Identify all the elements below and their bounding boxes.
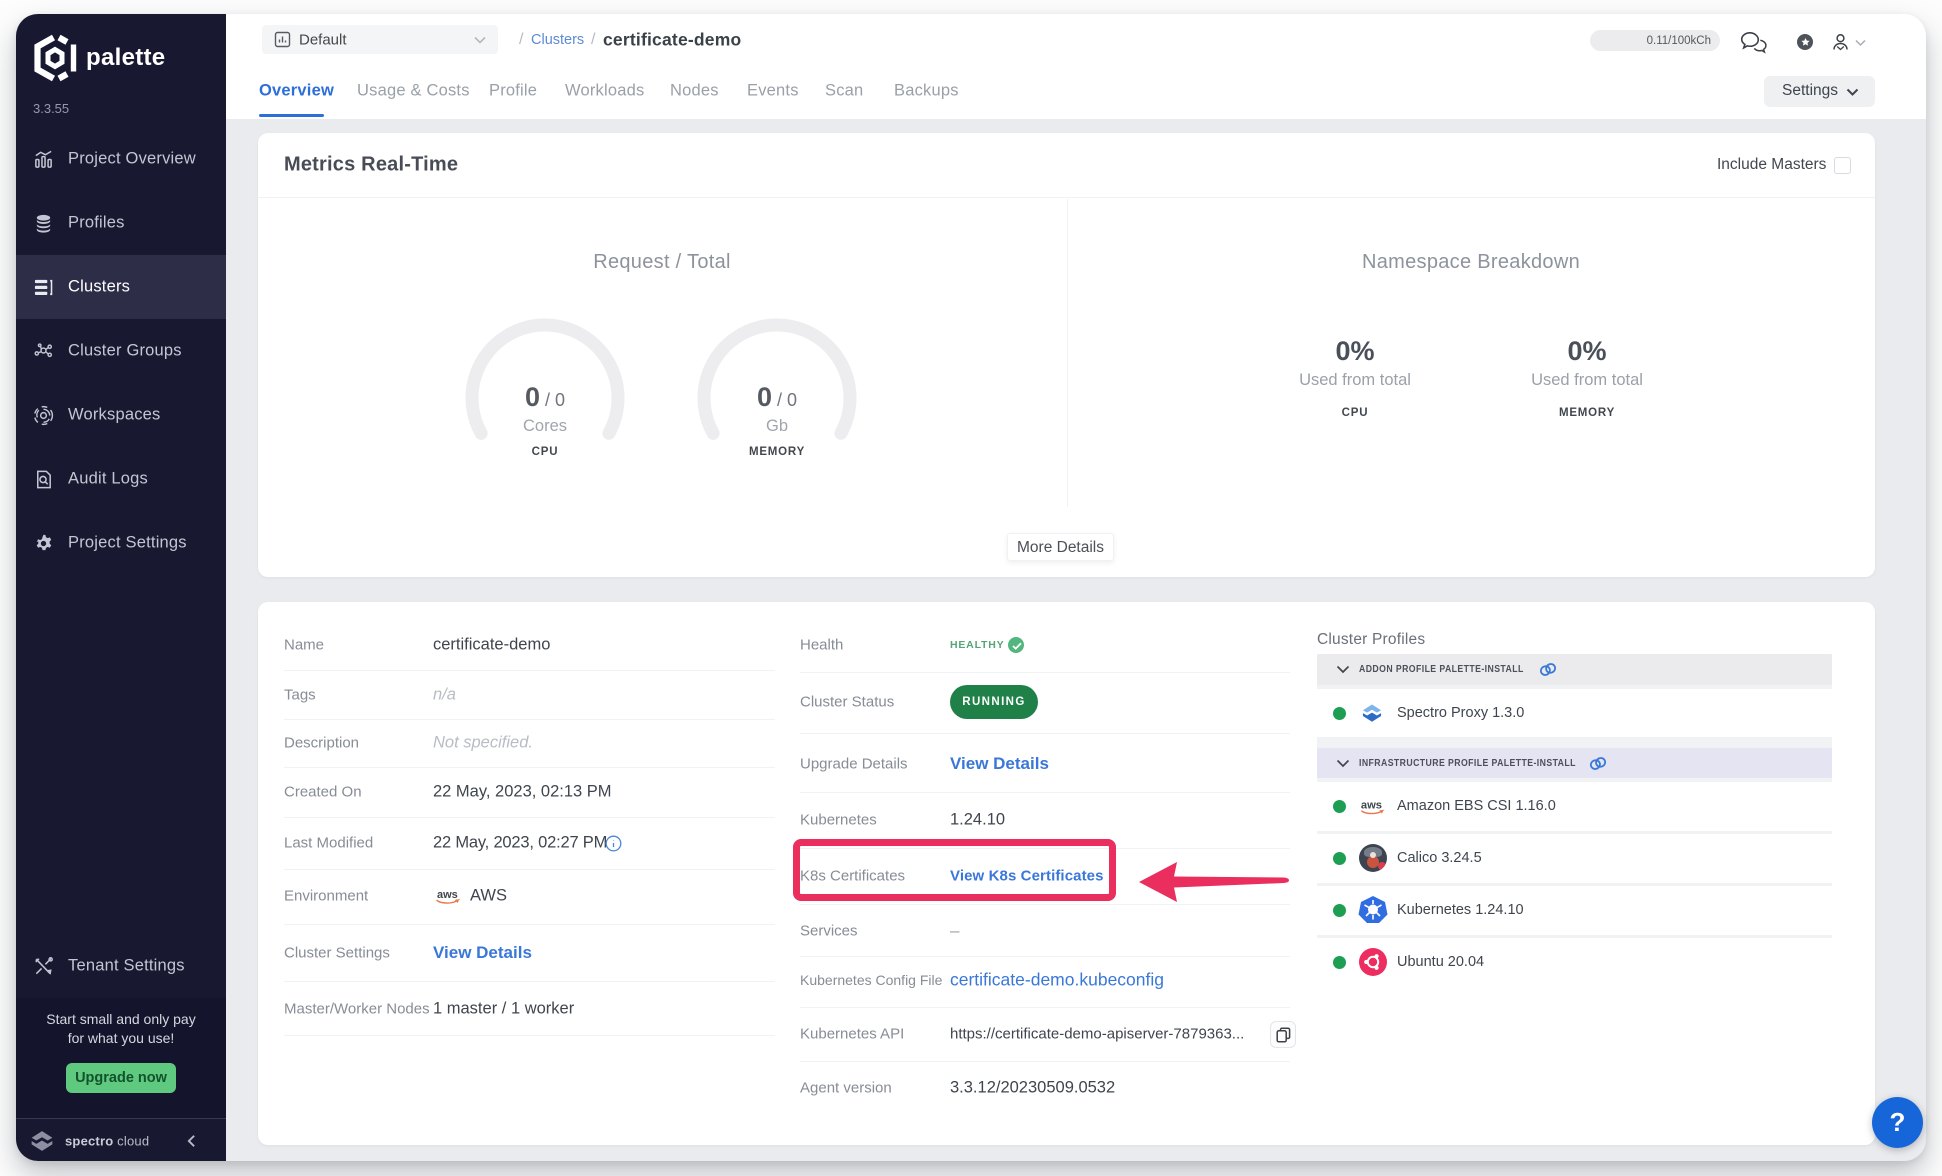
svg-text:aws: aws: [1361, 799, 1382, 811]
svg-text:aws: aws: [437, 889, 458, 901]
